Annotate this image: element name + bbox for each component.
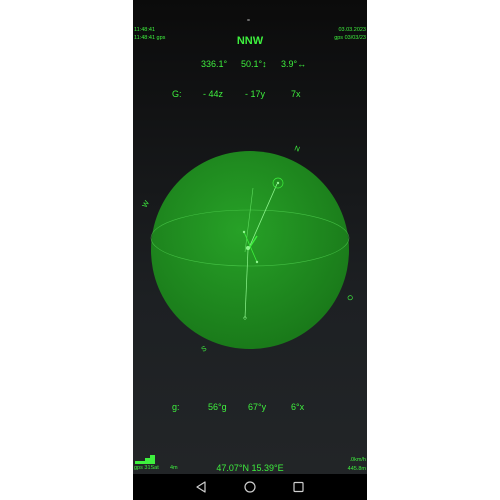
west-letter: W bbox=[142, 199, 152, 209]
speed-value: .0km/h bbox=[349, 457, 366, 463]
target-dot bbox=[276, 181, 280, 185]
home-icon[interactable] bbox=[244, 481, 256, 493]
altitude-value: 445.8m bbox=[347, 466, 366, 472]
tilt-dot-end bbox=[255, 260, 259, 264]
coordinates: 47.07°N 15.39°E bbox=[216, 463, 284, 473]
android-nav-bar bbox=[133, 474, 367, 500]
tilt-dot bbox=[242, 230, 246, 234]
gps-signal-bars bbox=[135, 455, 155, 464]
app-screen: 11:48:41 11:48:41 gps 03.03.2023 gps 03/… bbox=[133, 0, 367, 500]
east-letter: O bbox=[345, 294, 354, 302]
south-letter: S bbox=[201, 345, 209, 354]
back-icon[interactable] bbox=[196, 481, 206, 493]
g-bottom-g: 56°g bbox=[208, 402, 227, 412]
g-bottom-y: 67°y bbox=[248, 402, 267, 412]
g-bottom-label: g: bbox=[172, 402, 180, 412]
north-letter: N bbox=[293, 145, 300, 153]
compass-sphere: N W S O bbox=[142, 145, 354, 354]
g-bottom-x: 6°x bbox=[291, 402, 305, 412]
center-dot bbox=[246, 246, 250, 250]
recents-icon[interactable] bbox=[293, 481, 304, 493]
sphere-body bbox=[151, 151, 349, 349]
